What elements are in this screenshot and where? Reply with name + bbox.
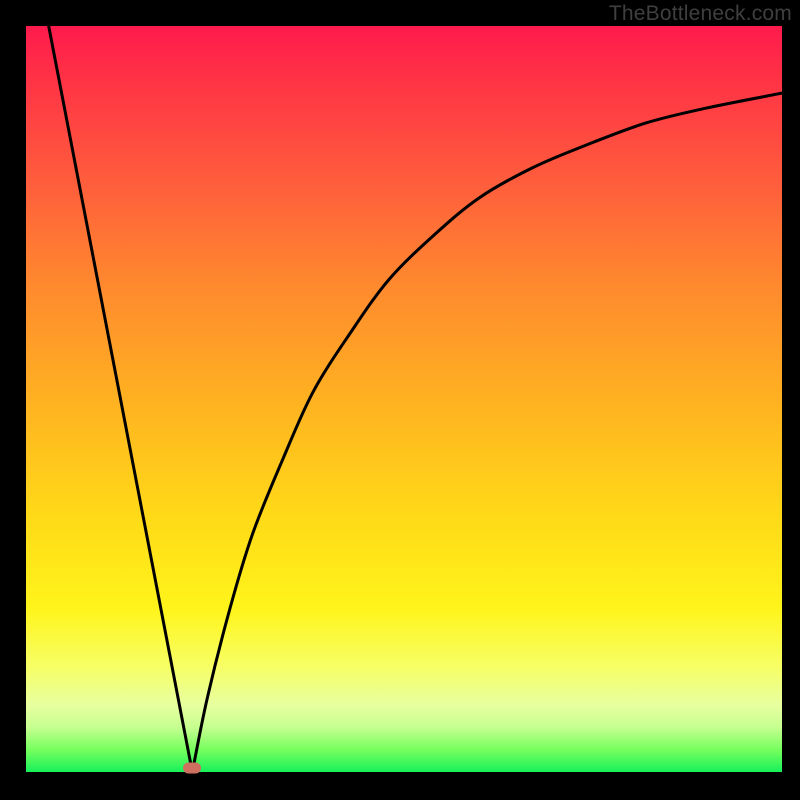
plot-area: [26, 26, 782, 772]
watermark-text: TheBottleneck.com: [609, 2, 792, 26]
curve-path: [49, 26, 782, 772]
bottleneck-curve: [26, 26, 782, 772]
chart-frame: TheBottleneck.com: [0, 0, 800, 800]
minimum-marker: [183, 763, 201, 774]
